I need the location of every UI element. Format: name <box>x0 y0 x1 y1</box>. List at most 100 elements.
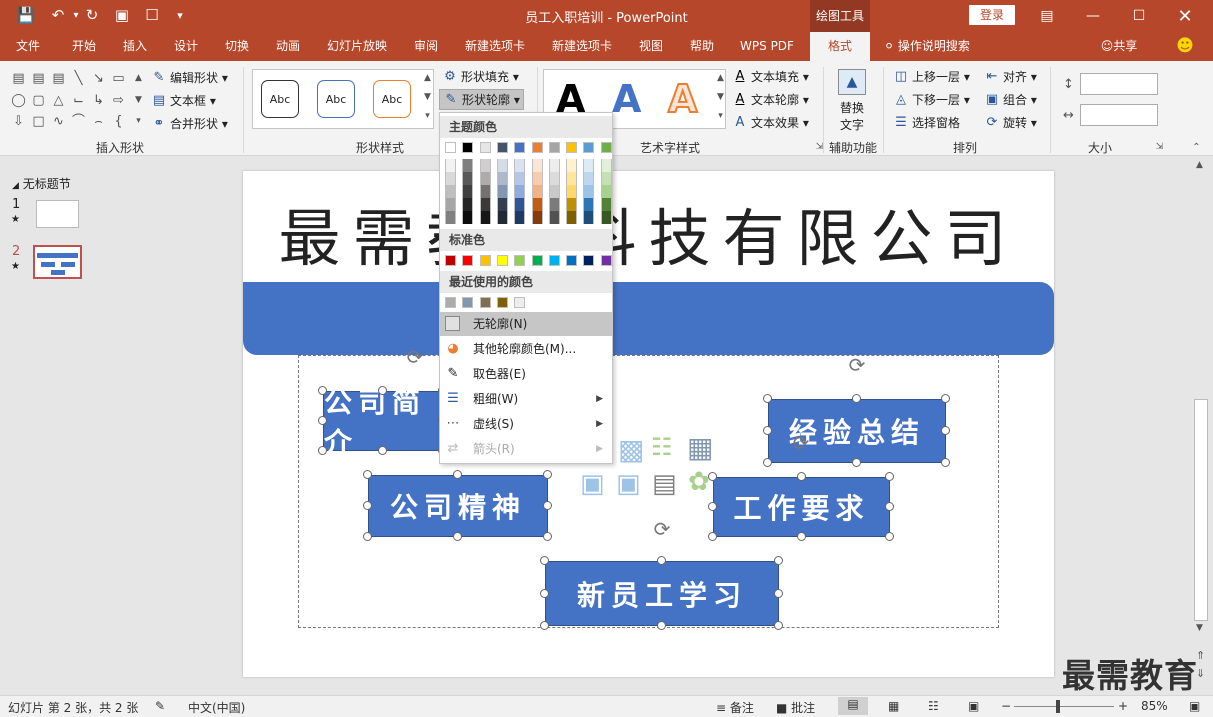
theme-shade-swatch[interactable] <box>583 198 595 211</box>
resize-handle[interactable] <box>796 532 806 541</box>
theme-shade-swatch[interactable] <box>479 159 491 172</box>
shape-callout-icon[interactable]: □ <box>30 114 47 129</box>
recent-color-swatch[interactable] <box>445 297 456 308</box>
rotate-handle-icon[interactable]: ⟳ <box>847 355 867 375</box>
tab-animations[interactable]: 动画 <box>266 32 310 61</box>
rotate-handle-icon[interactable]: ⟳ <box>791 433 811 453</box>
resize-handle[interactable] <box>941 426 950 435</box>
theme-shade-swatch[interactable] <box>479 172 491 185</box>
zoom-out-icon[interactable]: − <box>1001 699 1011 713</box>
shape-arrow-line-icon[interactable]: ↘ <box>90 71 107 86</box>
size-dialog-launcher-icon[interactable]: ⇲ <box>1151 140 1168 155</box>
save-icon[interactable]: 💾 <box>14 4 38 26</box>
height-input[interactable] <box>1080 73 1158 95</box>
shape-triangle-icon[interactable]: △ <box>50 93 67 108</box>
theme-shade-swatch[interactable] <box>479 198 491 211</box>
wordart-scroll-up-icon[interactable]: ▲ <box>712 71 729 86</box>
theme-shade-swatch[interactable] <box>514 211 526 224</box>
zoom-in-icon[interactable]: + <box>1118 699 1128 713</box>
tell-me[interactable]: ⚪ 操作说明搜索 <box>884 32 994 61</box>
gallery-scroll-down-icon[interactable]: ▼ <box>130 93 147 108</box>
tab-insert[interactable]: 插入 <box>113 32 157 61</box>
redo-icon[interactable]: ↻ <box>80 4 104 26</box>
standard-color-swatch[interactable] <box>600 255 612 266</box>
resize-handle[interactable] <box>543 501 552 510</box>
text-outline-button[interactable]: A 文本轮廓 ▾ <box>732 89 809 110</box>
shape-brace-icon[interactable]: { <box>110 114 127 129</box>
resize-handle[interactable] <box>657 621 666 630</box>
wordart-scroll-down-icon[interactable]: ▼ <box>712 90 729 105</box>
vertical-scrollbar[interactable]: ▲ ▼ <box>1193 157 1210 639</box>
scroll-thumb[interactable] <box>1194 399 1208 621</box>
theme-shade-swatch[interactable] <box>531 185 543 198</box>
theme-shade-swatch[interactable] <box>531 172 543 185</box>
theme-shade-swatch[interactable] <box>600 159 612 172</box>
standard-color-swatch[interactable] <box>496 255 508 266</box>
normal-view-icon[interactable]: ▤ <box>838 697 868 715</box>
tab-slideshow[interactable]: 幻灯片放映 <box>320 32 394 61</box>
theme-color-swatch[interactable] <box>445 142 456 153</box>
notes-button[interactable]: ≡ 备注 <box>716 699 754 716</box>
style-scroll-up-icon[interactable]: ▲ <box>419 71 436 86</box>
theme-shade-swatch[interactable] <box>496 159 508 172</box>
standard-color-swatch[interactable] <box>566 255 578 266</box>
resize-handle[interactable] <box>941 394 950 403</box>
theme-shade-swatch[interactable] <box>583 159 595 172</box>
customize-qat-icon[interactable]: ▾ <box>168 4 192 26</box>
theme-shade-swatch[interactable] <box>583 211 595 224</box>
theme-color-swatch[interactable] <box>531 142 543 153</box>
insert-icons-icon[interactable]: ✿ <box>688 467 710 497</box>
send-backward-button[interactable]: ◬ 下移一层 ▾ <box>893 89 970 110</box>
insert-online-picture-icon[interactable]: ▣ <box>616 469 641 499</box>
new-file-icon[interactable]: ☐ <box>140 4 164 26</box>
resize-handle[interactable] <box>852 458 861 467</box>
scroll-down-icon[interactable]: ▼ <box>1196 623 1203 633</box>
wordart-more-icon[interactable]: ▾ <box>712 109 729 124</box>
fit-to-window-icon[interactable]: ▣ <box>1189 699 1200 713</box>
resize-handle[interactable] <box>708 532 717 541</box>
theme-color-swatch[interactable] <box>514 142 526 153</box>
shape-label-icon[interactable]: ▤ <box>50 71 67 86</box>
shape-freeform-icon[interactable]: ⌢ <box>90 114 107 129</box>
theme-shade-swatch[interactable] <box>445 198 456 211</box>
resize-handle[interactable] <box>885 502 894 511</box>
reading-view-icon[interactable]: ☷ <box>928 699 939 713</box>
resize-handle[interactable] <box>363 501 372 510</box>
tab-review[interactable]: 审阅 <box>404 32 448 61</box>
resize-handle[interactable] <box>318 386 327 395</box>
resize-handle[interactable] <box>885 472 894 481</box>
theme-color-swatch[interactable] <box>566 142 578 153</box>
theme-shade-swatch[interactable] <box>514 172 526 185</box>
shape-down-arrow-icon[interactable]: ⇩ <box>10 114 27 129</box>
standard-color-swatch[interactable] <box>445 255 456 266</box>
resize-handle[interactable] <box>540 621 549 630</box>
eyedropper-item[interactable]: ✎ 取色器(E) <box>440 362 612 386</box>
style-scroll-down-icon[interactable]: ▼ <box>419 90 436 105</box>
theme-shade-swatch[interactable] <box>548 198 560 211</box>
theme-shade-swatch[interactable] <box>600 185 612 198</box>
recent-color-swatch[interactable] <box>514 297 526 308</box>
theme-color-swatch[interactable] <box>479 142 491 153</box>
theme-shade-swatch[interactable] <box>496 211 508 224</box>
group-button[interactable]: ▣ 组合 ▾ <box>984 89 1037 110</box>
shape-roundrect-icon[interactable]: ▢ <box>30 93 47 108</box>
resize-handle[interactable] <box>763 394 772 403</box>
theme-shade-swatch[interactable] <box>445 211 456 224</box>
theme-shade-swatch[interactable] <box>514 159 526 172</box>
smiley-icon[interactable]: ☻ <box>1172 32 1198 61</box>
resize-handle[interactable] <box>774 556 783 565</box>
tab-new-2[interactable]: 新建选项卡 <box>545 32 619 61</box>
rotate-button[interactable]: ⟳ 旋转 ▾ <box>984 112 1037 133</box>
resize-handle[interactable] <box>796 472 806 481</box>
theme-color-swatch[interactable] <box>496 142 508 153</box>
no-outline-item[interactable]: 无轮廓(N) <box>440 312 612 336</box>
shape-line-icon[interactable]: ╲ <box>70 71 87 86</box>
theme-shade-swatch[interactable] <box>496 172 508 185</box>
tab-format[interactable]: 格式 <box>810 32 870 61</box>
shape-curve-icon[interactable]: ∿ <box>50 114 67 129</box>
theme-shade-swatch[interactable] <box>600 211 612 224</box>
shape-elbow-arrow-icon[interactable]: ↳ <box>90 93 107 108</box>
slide-title[interactable]: 最需教育科技有限公司 <box>243 199 1054 279</box>
tab-wps-pdf[interactable]: WPS PDF <box>734 32 800 61</box>
box-new-employee-learning[interactable]: 新员工学习 <box>545 561 779 626</box>
